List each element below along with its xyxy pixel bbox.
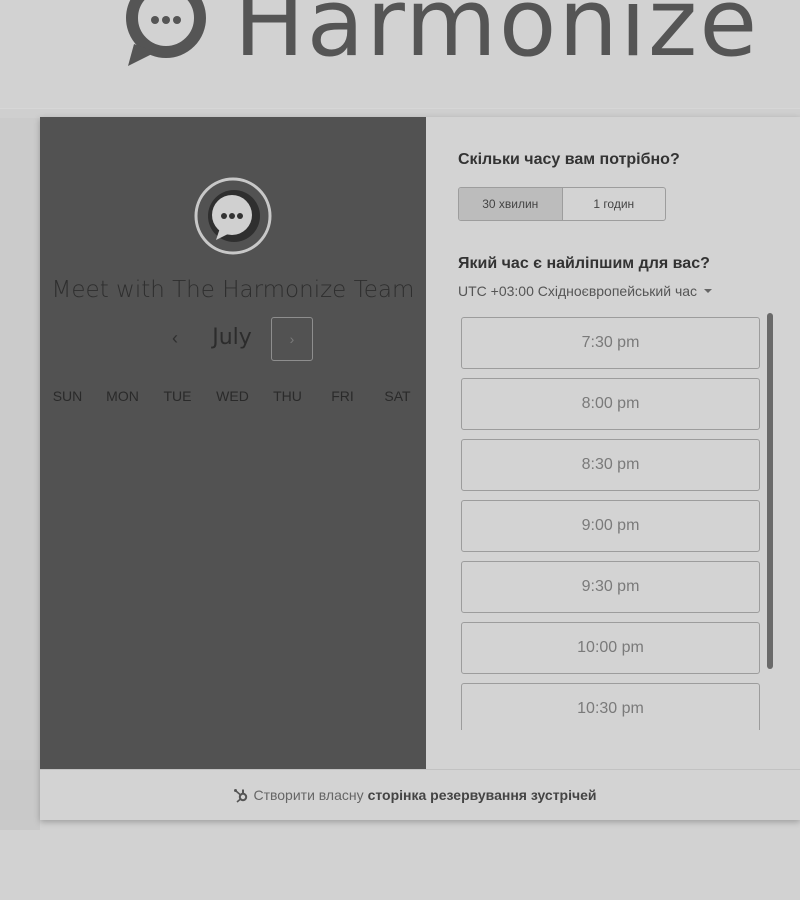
time-slot[interactable]: 8:00 pm <box>461 378 760 430</box>
timezone-select[interactable]: UTC +03:00 Східноєвропейський час <box>458 283 713 299</box>
weekday-label: MON <box>106 388 139 404</box>
duration-option-1hour[interactable]: 1 годин <box>563 188 666 220</box>
footer: Створити власну сторінка резервування зу… <box>40 769 800 820</box>
time-slot[interactable]: 9:00 pm <box>461 500 760 552</box>
weekday-label: TUE <box>163 388 192 404</box>
page-left-band <box>0 118 40 768</box>
weekday-label: FRI <box>331 388 354 404</box>
weekday-label: SAT <box>384 388 411 404</box>
duration-question: Скільки часу вам потрібно? <box>458 151 680 168</box>
hubspot-sprocket-icon <box>234 789 248 803</box>
footer-text: Створити власну <box>253 787 364 803</box>
time-slot[interactable]: 10:30 pm <box>461 683 760 730</box>
time-slot[interactable]: 8:30 pm <box>461 439 760 491</box>
time-slot[interactable]: 7:30 pm <box>461 317 760 369</box>
prev-month-button[interactable]: ‹ <box>158 317 192 359</box>
calendar-panel: Meet with The Harmonize Team ‹ July › SU… <box>40 117 426 769</box>
time-selection-panel: Скільки часу вам потрібно? 30 хвилин 1 г… <box>426 117 800 769</box>
time-slot-list: 7:30 pm 8:00 pm 8:30 pm 9:00 pm 9:30 pm … <box>461 317 761 730</box>
chat-bubble-icon <box>194 177 272 255</box>
timezone-label: UTC +03:00 Східноєвропейський час <box>458 283 698 299</box>
weekday-label: SUN <box>52 388 83 404</box>
duration-option-30min[interactable]: 30 хвилин <box>459 188 563 220</box>
month-label: July <box>212 325 252 350</box>
weekday-label: THU <box>273 388 302 404</box>
create-booking-page-link[interactable]: сторінка резервування зустрічей <box>368 787 597 803</box>
month-navigation: ‹ July › <box>40 317 426 361</box>
brand-header: Harmonize <box>120 0 759 72</box>
time-question: Який час є найліпшим для вас? <box>458 255 710 272</box>
chat-bubble-icon <box>126 0 206 66</box>
duration-toggle: 30 хвилин 1 годин <box>458 187 666 221</box>
page-bottom-band <box>0 760 40 830</box>
time-slot[interactable]: 9:30 pm <box>461 561 760 613</box>
meeting-title: Meet with The Harmonize Team <box>51 277 415 303</box>
next-month-button[interactable]: › <box>271 317 313 361</box>
chevron-left-icon: ‹ <box>172 327 178 348</box>
meetings-widget: Meet with The Harmonize Team ‹ July › SU… <box>40 117 800 820</box>
weekday-header: SUN MON TUE WED THU FRI SAT <box>40 388 426 404</box>
brand-name: Harmonize <box>234 0 760 78</box>
chevron-right-icon: › <box>289 331 295 347</box>
slot-list-scrollbar[interactable] <box>767 313 773 669</box>
weekday-label: WED <box>216 388 249 404</box>
time-slot[interactable]: 10:00 pm <box>461 622 760 674</box>
caret-down-icon <box>704 289 713 293</box>
